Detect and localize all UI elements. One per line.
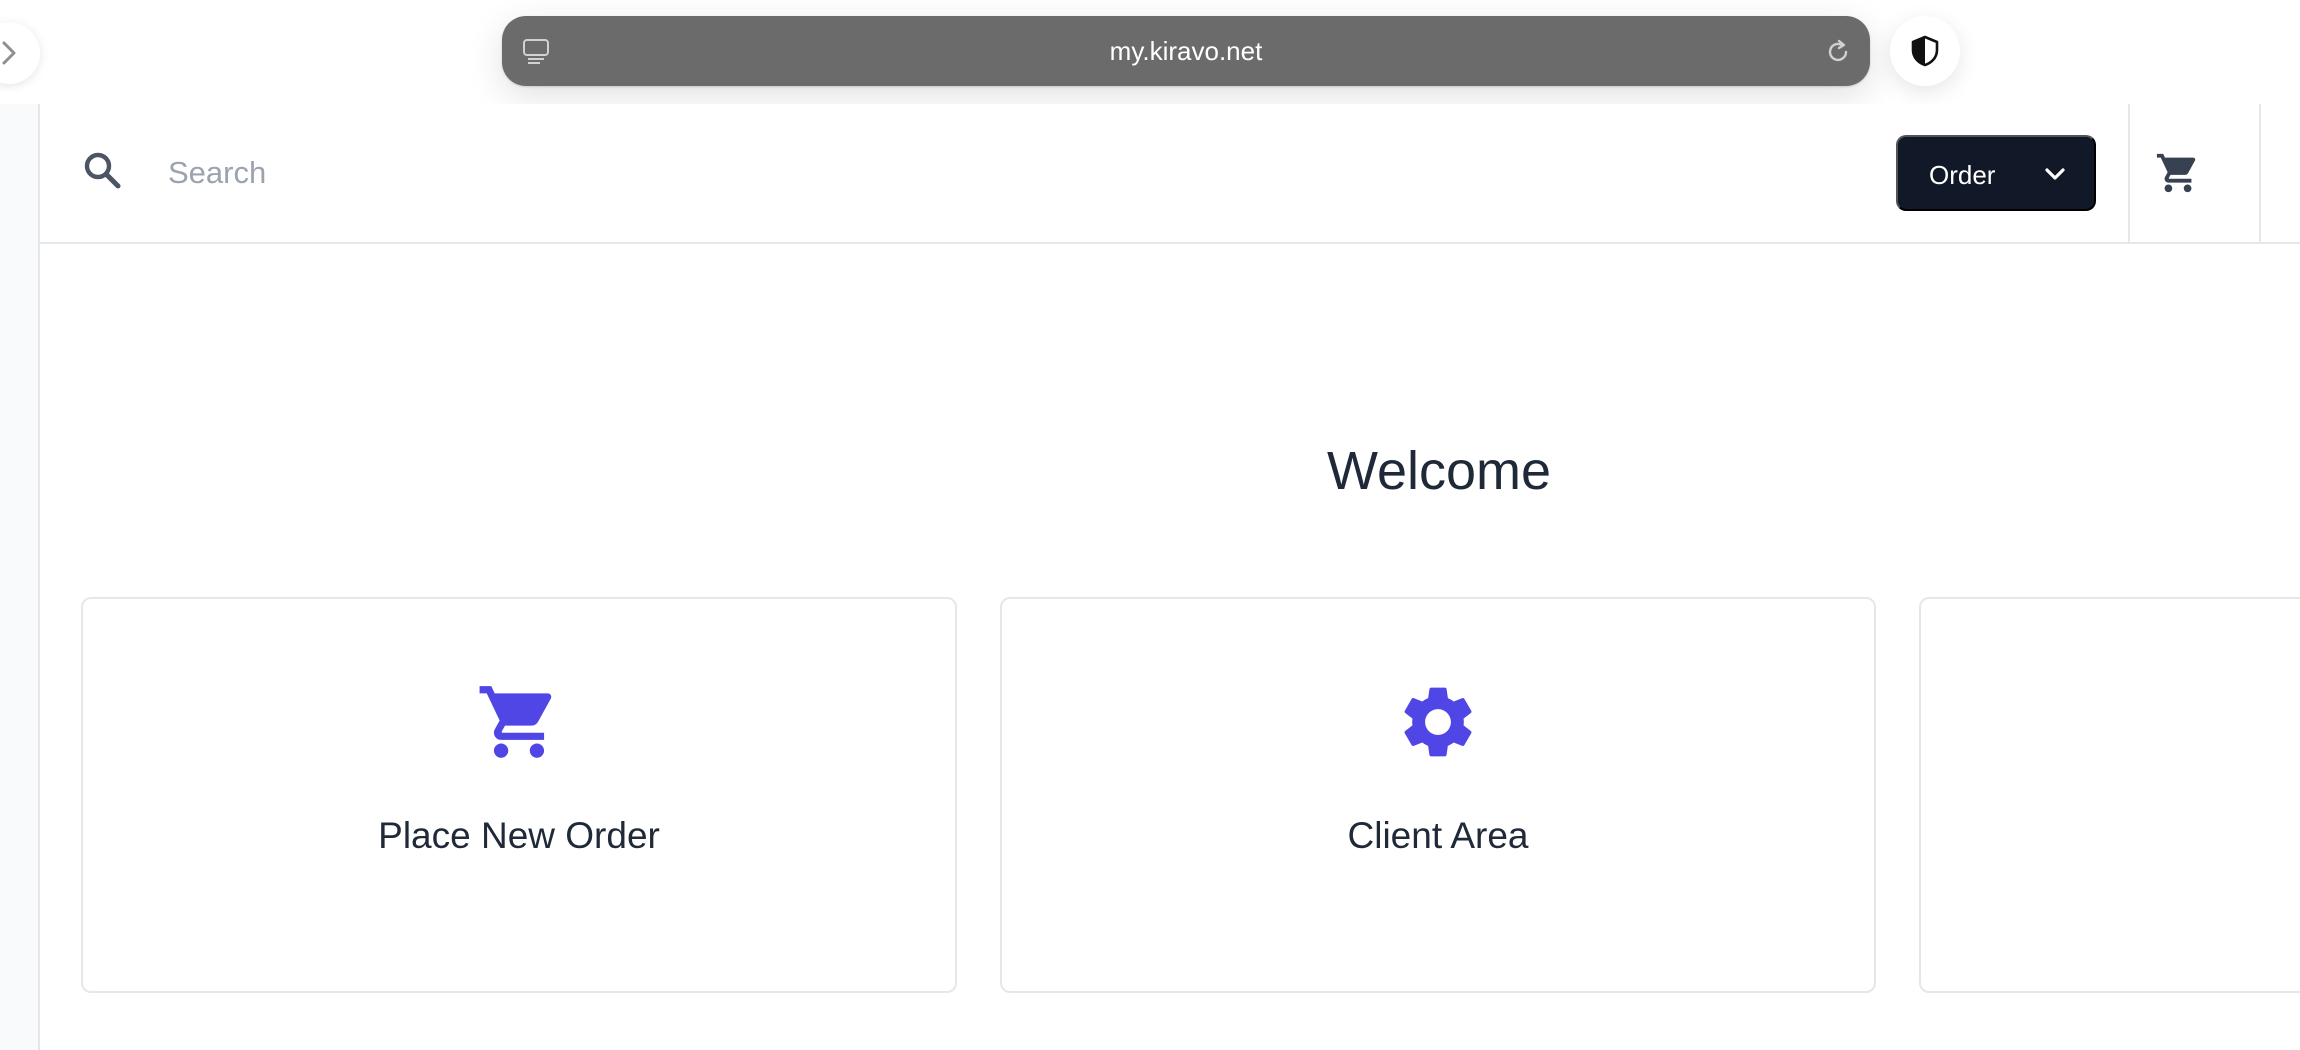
card-title: Place New Order <box>378 815 660 856</box>
header-divider <box>2128 104 2130 242</box>
shopping-cart-icon <box>479 686 552 758</box>
privacy-shield-icon <box>1911 35 1939 67</box>
order-dropdown-button[interactable]: Order <box>1896 135 2096 211</box>
search-icon <box>84 152 121 189</box>
card-partial[interactable]: S <box>1919 597 2300 993</box>
card-title: Client Area <box>1347 815 1529 856</box>
privacy-shield-button[interactable] <box>1890 16 1960 86</box>
shopping-cart-icon <box>2156 153 2196 193</box>
left-sidebar-rail <box>0 104 40 1050</box>
cart-button[interactable] <box>2131 126 2225 220</box>
card-icon-container <box>83 679 955 765</box>
site-header: Order <box>40 104 2300 244</box>
sidebar-forward-button[interactable] <box>0 22 40 84</box>
header-divider <box>2259 104 2261 242</box>
page: my.kiravo.net Order <box>0 0 2300 1050</box>
address-bar[interactable]: my.kiravo.net <box>502 16 1870 86</box>
chevron-right-icon <box>2 41 16 65</box>
card-title: S <box>1921 815 2300 857</box>
chevron-down-icon <box>2045 168 2065 180</box>
search-input[interactable] <box>168 142 1068 204</box>
reload-icon[interactable] <box>1824 38 1852 66</box>
order-button-label: Order <box>1929 160 1996 190</box>
card-icon-container <box>1921 679 2300 765</box>
welcome-heading: Welcome <box>1326 441 1552 501</box>
browser-toolbar: my.kiravo.net <box>0 0 2300 104</box>
url-text[interactable]: my.kiravo.net <box>502 16 1870 86</box>
card-icon-container <box>1002 679 1874 765</box>
gear-icon <box>1404 687 1472 757</box>
card-place-new-order[interactable]: Place New Order <box>81 597 957 993</box>
card-client-area[interactable]: Client Area <box>1000 597 1876 993</box>
